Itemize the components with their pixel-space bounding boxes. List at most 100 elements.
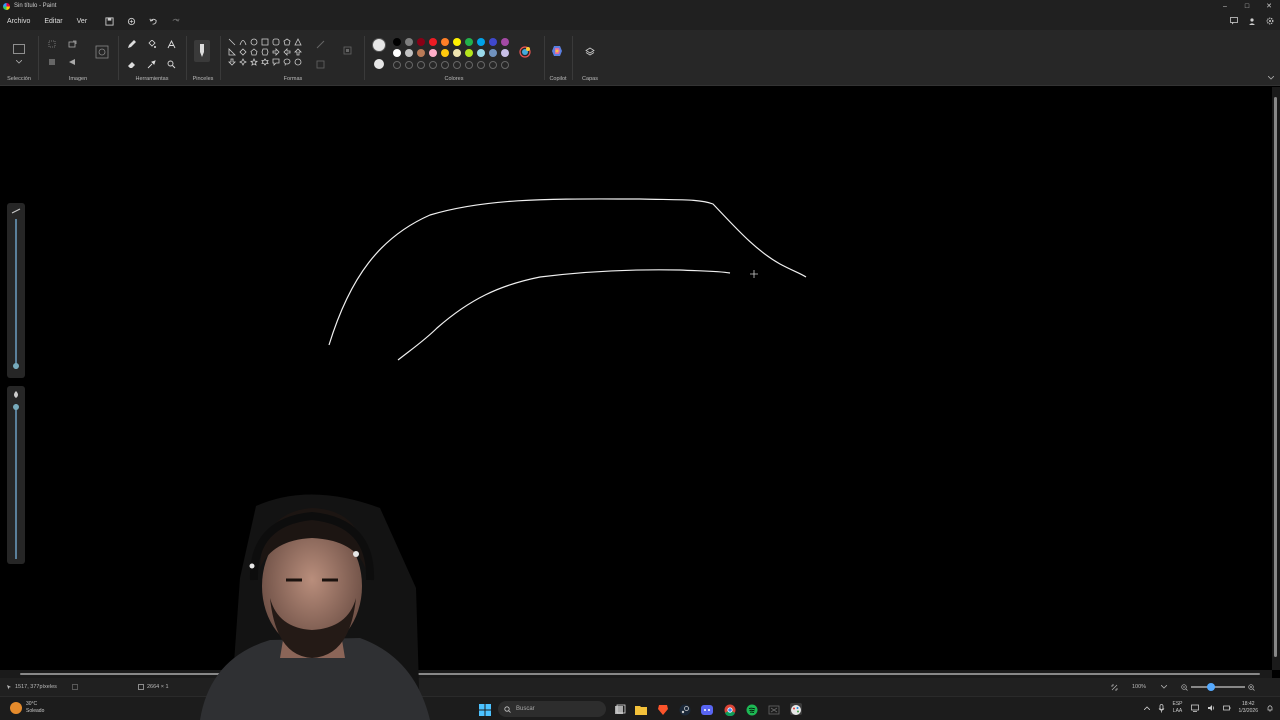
callout-cloud-shape-icon[interactable] bbox=[294, 58, 302, 66]
discord-icon[interactable] bbox=[701, 703, 713, 715]
left-arrow-shape-icon[interactable] bbox=[283, 48, 291, 56]
zoom-slider-thumb[interactable] bbox=[1207, 683, 1215, 691]
selection-dropdown-icon[interactable] bbox=[14, 58, 24, 66]
battery-icon[interactable] bbox=[1222, 704, 1231, 712]
color-picker-icon[interactable] bbox=[145, 58, 157, 70]
custom-color-slot[interactable] bbox=[465, 61, 473, 69]
palette-swatch[interactable] bbox=[429, 49, 437, 57]
zoom-slider[interactable] bbox=[1191, 683, 1245, 691]
custom-color-slot[interactable] bbox=[429, 61, 437, 69]
diamond-shape-icon[interactable] bbox=[239, 48, 247, 56]
maximize-button[interactable]: □ bbox=[1236, 0, 1258, 12]
feedback-icon[interactable] bbox=[1228, 15, 1240, 27]
secondary-color-swatch[interactable] bbox=[374, 59, 384, 69]
palette-swatch[interactable] bbox=[429, 38, 437, 46]
account-icon[interactable] bbox=[1246, 15, 1258, 27]
close-button[interactable]: ✕ bbox=[1258, 0, 1280, 12]
hexagon-shape-icon[interactable] bbox=[261, 48, 269, 56]
zoom-dropdown-icon[interactable] bbox=[1161, 685, 1168, 689]
ribbon-expand-icon[interactable] bbox=[1266, 74, 1276, 82]
opacity-slider[interactable] bbox=[7, 386, 25, 564]
notification-icon[interactable] bbox=[1266, 704, 1274, 712]
palette-swatch[interactable] bbox=[441, 49, 449, 57]
steam-icon[interactable] bbox=[679, 703, 691, 716]
undo-icon[interactable] bbox=[146, 14, 160, 28]
custom-color-slot[interactable] bbox=[417, 61, 425, 69]
eraser-icon[interactable] bbox=[125, 58, 137, 70]
minimize-button[interactable]: – bbox=[1214, 0, 1236, 12]
callout-rect-shape-icon[interactable] bbox=[272, 58, 280, 66]
palette-swatch[interactable] bbox=[465, 49, 473, 57]
brave-browser-icon[interactable] bbox=[657, 703, 669, 715]
custom-color-slot[interactable] bbox=[453, 61, 461, 69]
magnifier-icon[interactable] bbox=[165, 58, 177, 70]
shape-outline-icon[interactable] bbox=[314, 38, 326, 50]
palette-swatch[interactable] bbox=[477, 38, 485, 46]
custom-color-slot[interactable] bbox=[489, 61, 497, 69]
up-arrow-shape-icon[interactable] bbox=[294, 48, 302, 56]
tray-overflow-icon[interactable] bbox=[1143, 706, 1150, 710]
network-icon[interactable] bbox=[1190, 704, 1199, 712]
weather-widget[interactable]: 30°C Soleado bbox=[10, 701, 44, 715]
clock[interactable]: 18:42 1/3/2026 bbox=[1239, 701, 1258, 715]
layers-icon[interactable] bbox=[584, 46, 596, 58]
custom-color-slot[interactable] bbox=[441, 61, 449, 69]
volume-icon[interactable] bbox=[1207, 704, 1215, 712]
menu-ver[interactable]: Ver bbox=[70, 18, 95, 25]
brush-icon[interactable] bbox=[194, 40, 210, 62]
triangle-shape-icon[interactable] bbox=[294, 38, 302, 46]
palette-swatch[interactable] bbox=[417, 38, 425, 46]
shape-style-icon[interactable] bbox=[341, 44, 353, 56]
primary-color-swatch[interactable] bbox=[373, 39, 385, 51]
four-point-star-shape-icon[interactable] bbox=[239, 58, 247, 66]
right-triangle-shape-icon[interactable] bbox=[228, 48, 236, 56]
palette-swatch[interactable] bbox=[441, 38, 449, 46]
palette-swatch[interactable] bbox=[453, 49, 461, 57]
vertical-scroll-thumb[interactable] bbox=[1274, 97, 1277, 657]
selection-rect-icon[interactable] bbox=[12, 42, 26, 56]
palette-swatch[interactable] bbox=[501, 38, 509, 46]
palette-swatch[interactable] bbox=[417, 49, 425, 57]
palette-swatch[interactable] bbox=[477, 49, 485, 57]
chrome-icon[interactable] bbox=[724, 703, 736, 717]
flip-icon[interactable] bbox=[66, 56, 78, 68]
oval-shape-icon[interactable] bbox=[250, 38, 258, 46]
file-explorer-icon[interactable] bbox=[635, 703, 647, 715]
save-icon[interactable] bbox=[102, 14, 116, 28]
palette-swatch[interactable] bbox=[453, 38, 461, 46]
palette-swatch[interactable] bbox=[465, 38, 473, 46]
remove-background-icon[interactable] bbox=[94, 44, 110, 60]
spotify-icon[interactable] bbox=[746, 703, 758, 716]
app-window-icon[interactable] bbox=[768, 703, 780, 715]
language-indicator[interactable]: ESP LAA bbox=[1173, 701, 1183, 715]
rounded-rect-shape-icon[interactable] bbox=[272, 38, 280, 46]
taskbar-search-box[interactable]: Buscar bbox=[498, 701, 606, 717]
right-arrow-shape-icon[interactable] bbox=[272, 48, 280, 56]
custom-color-slot[interactable] bbox=[393, 61, 401, 69]
callout-oval-shape-icon[interactable] bbox=[283, 58, 291, 66]
menu-editar[interactable]: Editar bbox=[37, 18, 69, 25]
paint-taskbar-icon[interactable] bbox=[790, 703, 802, 715]
pentagon-shape-icon[interactable] bbox=[250, 48, 258, 56]
palette-swatch[interactable] bbox=[501, 49, 509, 57]
copilot-icon[interactable] bbox=[550, 44, 564, 58]
fill-icon[interactable] bbox=[145, 38, 157, 50]
size-slider-thumb[interactable] bbox=[13, 363, 19, 369]
menu-archivo[interactable]: Archivo bbox=[0, 18, 37, 25]
redo-icon[interactable] bbox=[168, 14, 182, 28]
edit-colors-icon[interactable] bbox=[518, 45, 532, 59]
rectangle-shape-icon[interactable] bbox=[261, 38, 269, 46]
palette-swatch[interactable] bbox=[489, 49, 497, 57]
crop-icon[interactable] bbox=[46, 38, 58, 50]
resize-icon[interactable] bbox=[66, 38, 78, 50]
zoom-out-icon[interactable] bbox=[1181, 683, 1188, 691]
microphone-icon[interactable] bbox=[1158, 703, 1165, 713]
shape-fill-icon[interactable] bbox=[314, 58, 326, 70]
custom-color-slot[interactable] bbox=[477, 61, 485, 69]
rotate-icon[interactable] bbox=[46, 56, 58, 68]
text-icon[interactable] bbox=[165, 38, 177, 50]
custom-color-slot[interactable] bbox=[501, 61, 509, 69]
settings-icon[interactable] bbox=[1264, 15, 1276, 27]
palette-swatch[interactable] bbox=[393, 38, 401, 46]
six-point-star-shape-icon[interactable] bbox=[261, 58, 269, 66]
